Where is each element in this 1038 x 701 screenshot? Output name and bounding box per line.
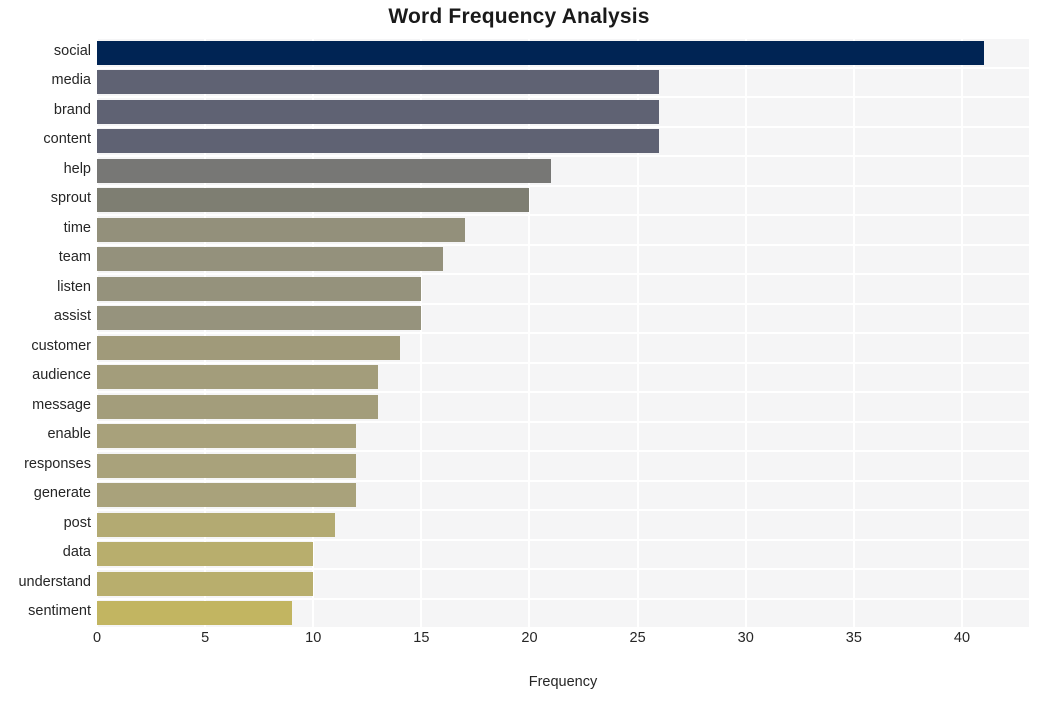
- gridline-horizontal: [97, 243, 1029, 246]
- x-tick-label: 15: [413, 630, 430, 646]
- y-tick-label: team: [58, 249, 91, 266]
- y-tick-label: understand: [18, 573, 91, 590]
- x-tick-label: 0: [92, 630, 102, 646]
- gridline-horizontal: [97, 509, 1029, 511]
- bar: [97, 483, 357, 508]
- bar: [97, 571, 314, 596]
- gridline-horizontal: [97, 214, 1029, 216]
- gridline-horizontal: [97, 450, 1029, 452]
- x-tick-label: 35: [845, 630, 862, 646]
- y-tick-label: enable: [47, 426, 91, 443]
- y-tick-label: customer: [31, 337, 91, 354]
- y-tick-label: audience: [32, 367, 91, 384]
- bar: [97, 365, 379, 390]
- bar: [97, 601, 292, 626]
- bar: [97, 394, 379, 419]
- gridline-horizontal: [97, 38, 1029, 39]
- x-tick-label: 25: [629, 630, 646, 646]
- bar: [97, 217, 465, 242]
- y-tick-label: media: [51, 72, 92, 89]
- chart-figure: Word Frequency Analysis social media brand…: [0, 0, 1038, 701]
- gridline-horizontal: [97, 96, 1029, 98]
- gridline-horizontal: [97, 155, 1029, 157]
- plot-area: [97, 38, 1029, 628]
- chart-title: Word Frequency Analysis: [388, 5, 650, 28]
- bar: [97, 453, 357, 478]
- y-tick-label: help: [63, 160, 91, 177]
- gridline-horizontal: [97, 66, 1029, 69]
- gridline-horizontal: [97, 568, 1029, 570]
- bar: [97, 188, 530, 213]
- y-tick-label: generate: [33, 485, 91, 502]
- bar: [97, 129, 660, 154]
- bar: [97, 40, 984, 65]
- y-tick-label: time: [63, 219, 91, 236]
- x-axis-tick-labels: 0 5 10 15 20 25 30 35 40: [93, 630, 1029, 660]
- x-tick-label: 40: [953, 630, 971, 646]
- gridline-horizontal: [97, 420, 1029, 423]
- y-tick-label: responses: [24, 455, 91, 472]
- bar: [97, 424, 357, 449]
- gridline-horizontal: [97, 627, 1029, 628]
- bar: [97, 99, 660, 124]
- bar: [97, 335, 400, 360]
- x-tick-label: 10: [305, 630, 322, 646]
- y-tick-label: data: [62, 544, 91, 561]
- bar: [97, 542, 314, 567]
- gridline-horizontal: [97, 538, 1029, 541]
- gridline-horizontal: [97, 361, 1029, 364]
- y-tick-label: brand: [53, 101, 91, 118]
- gridline-horizontal: [97, 302, 1029, 305]
- y-axis-tick-labels: social media brand content help sprout time tea…: [0, 38, 91, 628]
- x-tick-label: 20: [521, 630, 538, 646]
- y-tick-label: sentiment: [28, 603, 91, 620]
- y-tick-label: assist: [53, 308, 91, 325]
- gridline-horizontal: [97, 273, 1029, 275]
- gridline-horizontal: [97, 597, 1029, 600]
- y-tick-label: social: [53, 42, 91, 59]
- y-tick-label: message: [32, 396, 91, 413]
- bar: [97, 70, 660, 95]
- x-tick-label: 5: [201, 630, 210, 646]
- gridline-horizontal: [97, 479, 1029, 482]
- bar: [97, 158, 552, 183]
- bar: [97, 276, 422, 301]
- gridline-horizontal: [97, 332, 1029, 334]
- y-tick-label: listen: [57, 278, 91, 295]
- gridline-horizontal: [97, 125, 1029, 128]
- bar: [97, 512, 335, 537]
- y-tick-label: post: [63, 514, 91, 531]
- x-tick-label: 30: [737, 630, 754, 646]
- y-tick-label: sprout: [50, 190, 91, 207]
- y-tick-label: content: [43, 131, 91, 148]
- bar: [97, 247, 443, 272]
- gridline-horizontal: [97, 184, 1029, 187]
- bar: [97, 306, 422, 331]
- gridline-horizontal: [97, 391, 1029, 393]
- x-axis-label: Frequency: [528, 674, 598, 690]
